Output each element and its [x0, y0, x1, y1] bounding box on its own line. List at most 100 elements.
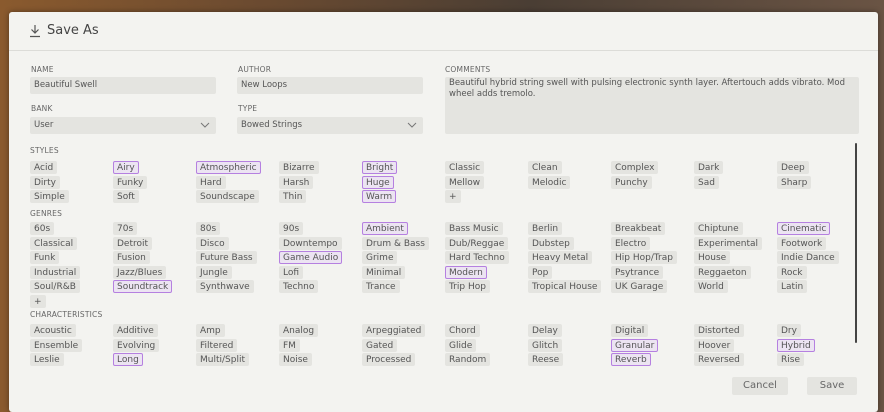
tag-deep[interactable]: Deep — [777, 161, 809, 174]
comments-input[interactable]: Beautiful hybrid string swell with pulsi… — [445, 77, 859, 134]
tag-jazz-blues[interactable]: Jazz/Blues — [113, 265, 167, 279]
tag-simple[interactable]: Simple — [30, 190, 69, 203]
tag-60s[interactable]: 60s — [30, 222, 55, 235]
tag-noise[interactable]: Noise — [279, 353, 312, 366]
tag-arpeggiated[interactable]: Arpeggiated — [362, 324, 426, 337]
tag-acid[interactable]: Acid — [30, 161, 58, 174]
name-input[interactable]: Beautiful Swell — [30, 77, 216, 94]
tag-filtered[interactable]: Filtered — [196, 338, 238, 352]
tag-multi-split[interactable]: Multi/Split — [196, 353, 249, 366]
tag-acoustic[interactable]: Acoustic — [30, 324, 76, 337]
tag-classical[interactable]: Classical — [30, 236, 78, 250]
tag-modern[interactable]: Modern — [445, 265, 487, 279]
tag-fm[interactable]: FM — [279, 338, 300, 352]
tag-tropical-house[interactable]: Tropical House — [528, 280, 602, 293]
tag-chiptune[interactable]: Chiptune — [694, 222, 743, 235]
tag-classic[interactable]: Classic — [445, 161, 485, 174]
tag-footwork[interactable]: Footwork — [777, 236, 827, 250]
tag-soul-r-b[interactable]: Soul/R&B — [30, 280, 80, 293]
tag-soundtrack[interactable]: Soundtrack — [113, 280, 173, 293]
tag-long[interactable]: Long — [113, 353, 143, 366]
cancel-button[interactable]: Cancel — [732, 377, 788, 395]
tag-warm[interactable]: Warm — [362, 190, 397, 203]
author-input[interactable]: New Loops — [237, 77, 423, 94]
tag-hoover[interactable]: Hoover — [694, 338, 735, 352]
tag-jungle[interactable]: Jungle — [196, 265, 232, 279]
tag-synthwave[interactable]: Synthwave — [196, 280, 254, 293]
tag-hip-hop-trap[interactable]: Hip Hop/Trap — [611, 251, 677, 264]
tag-cinematic[interactable]: Cinematic — [777, 222, 831, 235]
save-button[interactable]: Save — [807, 377, 857, 395]
tag-amp[interactable]: Amp — [196, 324, 225, 337]
tag-huge[interactable]: Huge — [362, 175, 394, 189]
tag-soundscape[interactable]: Soundscape — [196, 190, 259, 203]
tag-disco[interactable]: Disco — [196, 236, 229, 250]
tag-dry[interactable]: Dry — [777, 324, 801, 337]
tag-dark[interactable]: Dark — [694, 161, 724, 174]
tag-punchy[interactable]: Punchy — [611, 175, 652, 189]
tag-harsh[interactable]: Harsh — [279, 175, 314, 189]
tag-electro[interactable]: Electro — [611, 236, 651, 250]
tag-90s[interactable]: 90s — [279, 222, 304, 235]
tag-sad[interactable]: Sad — [694, 175, 719, 189]
tag-bass-music[interactable]: Bass Music — [445, 222, 503, 235]
tag-reese[interactable]: Reese — [528, 353, 564, 366]
tag-uk-garage[interactable]: UK Garage — [611, 280, 668, 293]
tag-melodic[interactable]: Melodic — [528, 175, 571, 189]
tag-future-bass[interactable]: Future Bass — [196, 251, 257, 264]
tag-analog[interactable]: Analog — [279, 324, 319, 337]
tag-industrial[interactable]: Industrial — [30, 265, 81, 279]
tag-lofi[interactable]: Lofi — [279, 265, 304, 279]
tag-distorted[interactable]: Distorted — [694, 324, 744, 337]
tag-hard-techno[interactable]: Hard Techno — [445, 251, 509, 264]
tag-breakbeat[interactable]: Breakbeat — [611, 222, 666, 235]
tag-atmospheric[interactable]: Atmospheric — [196, 161, 261, 174]
tag-downtempo[interactable]: Downtempo — [279, 236, 342, 250]
tag-dirty[interactable]: Dirty — [30, 175, 60, 189]
tag-delay[interactable]: Delay — [528, 324, 562, 337]
tag-glide[interactable]: Glide — [445, 338, 477, 352]
tag-bizarre[interactable]: Bizarre — [279, 161, 319, 174]
tag-reggaeton[interactable]: Reggaeton — [694, 265, 751, 279]
tag-techno[interactable]: Techno — [279, 280, 319, 293]
tag-additive[interactable]: Additive — [113, 324, 158, 337]
tag-trip-hop[interactable]: Trip Hop — [445, 280, 490, 293]
tag-heavy-metal[interactable]: Heavy Metal — [528, 251, 593, 264]
tag-bright[interactable]: Bright — [362, 161, 398, 174]
tag-hybrid[interactable]: Hybrid — [777, 338, 815, 352]
tag-funky[interactable]: Funky — [113, 175, 148, 189]
type-select[interactable]: Bowed Strings — [237, 117, 423, 134]
tag-rock[interactable]: Rock — [777, 265, 807, 279]
tag-gated[interactable]: Gated — [362, 338, 398, 352]
tag-evolving[interactable]: Evolving — [113, 338, 160, 352]
tag-drum-bass[interactable]: Drum & Bass — [362, 236, 429, 250]
tag-mellow[interactable]: Mellow — [445, 175, 485, 189]
tag-leslie[interactable]: Leslie — [30, 353, 64, 366]
tag-dub-reggae[interactable]: Dub/Reggae — [445, 236, 509, 250]
tag-thin[interactable]: Thin — [279, 190, 307, 203]
tag-minimal[interactable]: Minimal — [362, 265, 406, 279]
tag-glitch[interactable]: Glitch — [528, 338, 563, 352]
tag-80s[interactable]: 80s — [196, 222, 221, 235]
tag-trance[interactable]: Trance — [362, 280, 400, 293]
tag-psytrance[interactable]: Psytrance — [611, 265, 664, 279]
tag-chord[interactable]: Chord — [445, 324, 480, 337]
tag-experimental[interactable]: Experimental — [694, 236, 763, 250]
styles-add-tag-button[interactable]: + — [445, 190, 461, 203]
tag-latin[interactable]: Latin — [777, 280, 808, 293]
tag-funk[interactable]: Funk — [30, 251, 60, 264]
tag-house[interactable]: House — [694, 251, 731, 264]
tags-scrollbar[interactable] — [855, 143, 857, 343]
tag-granular[interactable]: Granular — [611, 338, 659, 352]
tag-detroit[interactable]: Detroit — [113, 236, 153, 250]
tag-complex[interactable]: Complex — [611, 161, 659, 174]
tag-indie-dance[interactable]: Indie Dance — [777, 251, 839, 264]
tag-processed[interactable]: Processed — [362, 353, 416, 366]
tag-clean[interactable]: Clean — [528, 161, 562, 174]
tag-digital[interactable]: Digital — [611, 324, 649, 337]
tag-hard[interactable]: Hard — [196, 175, 226, 189]
tag-grime[interactable]: Grime — [362, 251, 398, 264]
tag-airy[interactable]: Airy — [113, 161, 139, 174]
tag-pop[interactable]: Pop — [528, 265, 553, 279]
tag-fusion[interactable]: Fusion — [113, 251, 150, 264]
